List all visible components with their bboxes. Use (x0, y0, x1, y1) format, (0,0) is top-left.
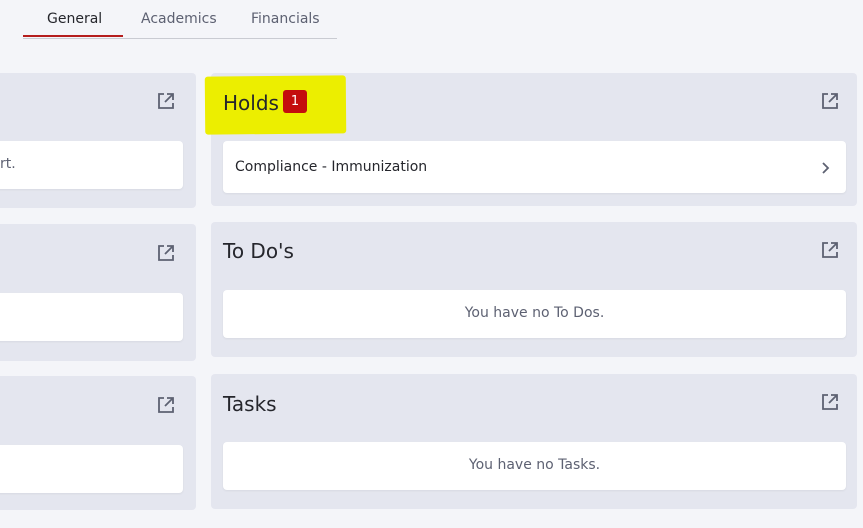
tab-financials[interactable]: Financials (251, 11, 320, 27)
holds-title: Holds (223, 91, 279, 115)
card-left-1: rt. (0, 73, 196, 208)
card-left-3 (0, 376, 196, 510)
external-link-icon[interactable] (821, 241, 839, 259)
hold-item-label: Compliance - Immunization (235, 159, 428, 175)
chevron-right-icon (820, 160, 830, 179)
external-link-icon[interactable] (821, 393, 839, 411)
card-left-2 (0, 224, 196, 361)
todos-title: To Do's (223, 239, 294, 263)
card-left-2-item (0, 293, 183, 341)
tab-academics[interactable]: Academics (141, 11, 217, 27)
card-left-1-text: rt. (0, 156, 16, 172)
todos-empty-box: You have no To Dos. (223, 290, 846, 338)
external-link-icon[interactable] (157, 92, 175, 110)
active-tab-indicator (23, 35, 123, 37)
todos-empty-text: You have no To Dos. (464, 305, 605, 321)
tasks-title: Tasks (223, 392, 277, 416)
external-link-icon[interactable] (157, 396, 175, 414)
tasks-empty-text: You have no Tasks. (468, 457, 601, 473)
card-left-3-item (0, 445, 183, 493)
holds-count-badge: 1 (283, 90, 307, 113)
card-left-1-item[interactable]: rt. (0, 141, 183, 189)
external-link-icon[interactable] (157, 244, 175, 262)
tasks-empty-box: You have no Tasks. (223, 442, 846, 490)
tab-bar: General Academics Financials (23, 0, 337, 39)
tab-general[interactable]: General (47, 11, 102, 27)
hold-item[interactable]: Compliance - Immunization (223, 141, 846, 193)
todos-card: To Do's You have no To Dos. (211, 222, 857, 357)
external-link-icon[interactable] (821, 92, 839, 110)
tasks-card: Tasks You have no Tasks. (211, 374, 857, 509)
